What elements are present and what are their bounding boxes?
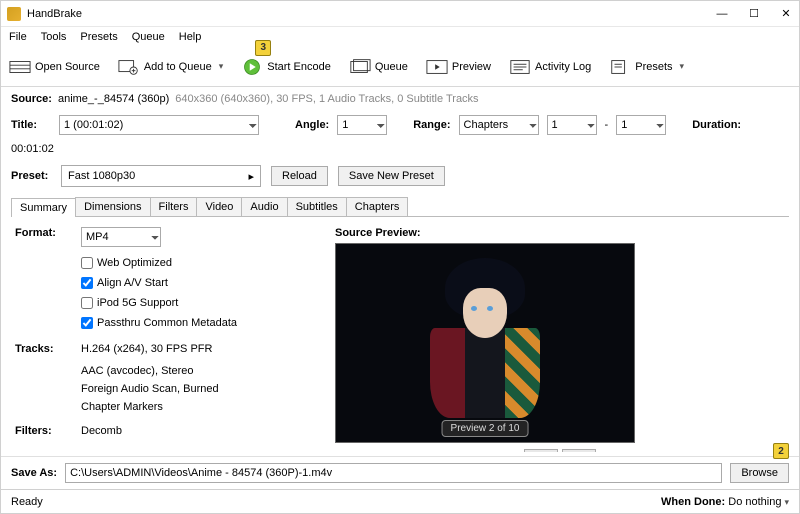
duration-value: 00:01:02 (11, 143, 54, 155)
play-icon (241, 58, 263, 76)
queue-add-icon (118, 58, 140, 76)
menu-queue[interactable]: Queue (132, 31, 165, 43)
preview-label: Preview (452, 61, 491, 73)
tab-subtitles[interactable]: Subtitles (287, 197, 347, 216)
start-encode-button[interactable]: Start Encode 3 (241, 58, 331, 76)
when-done-select[interactable]: Do nothing (728, 496, 789, 508)
source-label: Source: (11, 93, 52, 105)
queue-button[interactable]: Queue (349, 58, 408, 76)
open-source-label: Open Source (35, 61, 100, 73)
menu-help[interactable]: Help (179, 31, 202, 43)
tracks-label: Tracks: (15, 343, 81, 355)
tab-dimensions[interactable]: Dimensions (75, 197, 150, 216)
tab-audio[interactable]: Audio (241, 197, 287, 216)
menu-tools[interactable]: Tools (41, 31, 67, 43)
range-from-select[interactable]: 1 (547, 115, 597, 135)
filters-value: Decomb (81, 425, 122, 437)
range-label: Range: (413, 119, 450, 131)
title-label: Title: (11, 119, 51, 131)
when-done-label: When Done: (661, 496, 725, 508)
source-icon (9, 58, 31, 76)
track-line-1: H.264 (x264), 30 FPS PFR (81, 343, 212, 355)
tabs: Summary Dimensions Filters Video Audio S… (11, 197, 789, 217)
toolbar: Open Source Add to Queue Start Encode 3 … (1, 47, 799, 87)
window-title: HandBrake (27, 8, 715, 20)
track-line-3: Foreign Audio Scan, Burned (81, 383, 315, 395)
add-to-queue-label: Add to Queue (144, 61, 212, 73)
preview-image (425, 258, 545, 428)
presets-button[interactable]: Presets (609, 58, 684, 76)
ipod-checkbox[interactable]: iPod 5G Support (81, 297, 315, 309)
reload-button[interactable]: Reload (271, 166, 328, 186)
open-source-button[interactable]: Open Source (9, 58, 100, 76)
tab-video[interactable]: Video (196, 197, 242, 216)
menubar: File Tools Presets Queue Help (1, 27, 799, 47)
preset-value: Fast 1080p30 (68, 170, 135, 182)
presets-icon (609, 58, 631, 76)
source-meta: 640x360 (640x360), 30 FPS, 1 Audio Track… (175, 93, 478, 105)
preview-icon (426, 58, 448, 76)
save-as-label: Save As: (11, 467, 57, 479)
preview-button[interactable]: Preview (426, 58, 491, 76)
preset-row: Preset: Fast 1080p30 ▸ Reload Save New P… (1, 159, 799, 193)
duration-label: Duration: (692, 119, 741, 131)
maximize-button[interactable]: ☐ (747, 7, 761, 21)
tab-summary[interactable]: Summary (11, 198, 76, 217)
status-bar: Ready When Done: Do nothing (1, 489, 799, 513)
preview-counter: Preview 2 of 10 (442, 420, 529, 437)
browse-button[interactable]: Browse (730, 463, 789, 483)
angle-label: Angle: (295, 119, 329, 131)
save-as-path[interactable] (65, 463, 722, 483)
titlebar: HandBrake ― ☐ ✕ (1, 1, 799, 27)
save-new-preset-button[interactable]: Save New Preset (338, 166, 445, 186)
start-encode-label: Start Encode (267, 61, 331, 73)
range-to-select[interactable]: 1 (616, 115, 666, 135)
track-line-4: Chapter Markers (81, 401, 315, 413)
format-label: Format: (15, 227, 81, 247)
preset-label: Preset: (11, 170, 51, 182)
close-button[interactable]: ✕ (779, 7, 793, 21)
add-to-queue-button[interactable]: Add to Queue (118, 58, 223, 76)
tab-chapters[interactable]: Chapters (346, 197, 409, 216)
filters-label: Filters: (15, 425, 81, 437)
chevron-right-icon: ▸ (248, 170, 254, 183)
source-preview: Preview 2 of 10 (335, 243, 635, 443)
title-row: Title: 1 (00:01:02) Angle: 1 Range: Chap… (1, 111, 799, 159)
minimize-button[interactable]: ― (715, 7, 729, 21)
tab-filters[interactable]: Filters (150, 197, 198, 216)
source-row: Source: anime_-_84574 (360p) 640x360 (64… (1, 87, 799, 111)
activity-log-button[interactable]: Activity Log (509, 58, 591, 76)
source-name: anime_-_84574 (360p) (58, 93, 169, 105)
title-select[interactable]: 1 (00:01:02) (59, 115, 259, 135)
app-logo-icon (7, 7, 21, 21)
preview-heading: Source Preview: (335, 227, 785, 239)
preview-next-button[interactable]: > (562, 449, 596, 452)
activity-icon (509, 58, 531, 76)
preset-selector[interactable]: Fast 1080p30 ▸ (61, 165, 261, 187)
align-av-checkbox[interactable]: Align A/V Start (81, 277, 315, 289)
presets-label: Presets (635, 61, 672, 73)
status-ready: Ready (11, 496, 43, 508)
track-line-2: AAC (avcodec), Stereo (81, 365, 315, 377)
format-select[interactable]: MP4 (81, 227, 161, 247)
annotation-2: 2 (773, 443, 789, 459)
save-as-row: Save As: Browse 2 (1, 456, 799, 489)
activity-log-label: Activity Log (535, 61, 591, 73)
range-mode-select[interactable]: Chapters (459, 115, 539, 135)
range-dash: - (605, 119, 609, 131)
annotation-3: 3 (255, 40, 271, 56)
queue-icon (349, 58, 371, 76)
preview-prev-button[interactable]: < (524, 449, 558, 452)
menu-file[interactable]: File (9, 31, 27, 43)
web-optimized-checkbox[interactable]: Web Optimized (81, 257, 315, 269)
menu-presets[interactable]: Presets (80, 31, 117, 43)
queue-label: Queue (375, 61, 408, 73)
summary-pane: Format: MP4 Web Optimized Align A/V Star… (1, 217, 799, 452)
angle-select[interactable]: 1 (337, 115, 387, 135)
passthru-checkbox[interactable]: Passthru Common Metadata (81, 317, 315, 329)
